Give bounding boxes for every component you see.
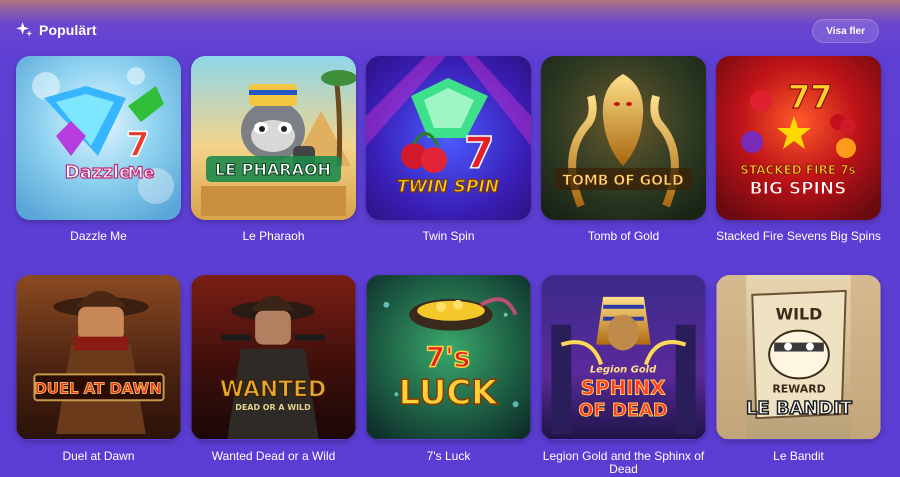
game-logo-line: REWARD xyxy=(772,382,825,395)
game-logo-line: DUEL AT DAWN xyxy=(34,379,161,397)
game-thumbnail[interactable]: WANTED DEAD OR A WILD xyxy=(191,275,356,440)
game-card-le-pharaoh[interactable]: LE PHARAOH Le Pharaoh xyxy=(191,56,356,275)
game-logo-line: WANTED xyxy=(220,377,326,402)
game-title[interactable]: Legion Gold and the Sphinx of Dead xyxy=(541,450,706,476)
game-thumbnail[interactable]: 7 Dazzle Me xyxy=(16,56,181,220)
game-title[interactable]: Stacked Fire Sevens Big Spins xyxy=(716,230,881,243)
game-logo-line: Dazzle xyxy=(65,162,131,183)
show-more-button[interactable]: Visa fler xyxy=(812,19,879,43)
section-title: Populärt xyxy=(39,21,97,38)
game-title[interactable]: Dazzle Me xyxy=(16,230,181,243)
game-logo-line: Legion Gold xyxy=(590,364,657,375)
sparkle-icon xyxy=(16,21,33,38)
game-logo-line: TOMB OF GOLD xyxy=(562,173,683,189)
game-card-tomb-of-gold[interactable]: TOMB OF GOLD Tomb of Gold xyxy=(541,56,706,275)
game-logo-line: LE PHARAOH xyxy=(215,160,331,179)
game-logo-line: STACKED FIRE 7s xyxy=(740,163,855,177)
game-title[interactable]: Duel at Dawn xyxy=(16,450,181,463)
game-thumbnail[interactable]: DUEL AT DAWN xyxy=(16,275,181,440)
game-card-7s-luck[interactable]: 7's LUCK 7's Luck xyxy=(366,275,531,477)
game-card-twin-spin[interactable]: 7 TWIN SPIN Twin Spin xyxy=(366,56,531,275)
game-thumbnail[interactable]: Legion Gold SPHINX OF DEAD xyxy=(541,275,706,440)
game-logo-line: LE BANDIT xyxy=(746,398,853,419)
game-logo-line: LUCK xyxy=(399,373,500,412)
game-logo-line: BIG SPINS xyxy=(750,179,847,199)
game-logo-line: SPHINX xyxy=(581,376,666,399)
game-logo-line: TWIN SPIN xyxy=(397,177,499,197)
game-logo-line: DEAD OR A WILD xyxy=(235,403,311,412)
game-logo-line: WILD xyxy=(776,305,823,324)
game-title[interactable]: 7's Luck xyxy=(366,450,531,463)
game-card-dazzle-me[interactable]: 7 Dazzle Me Dazzle Me xyxy=(16,56,181,275)
game-thumbnail[interactable]: 7's LUCK xyxy=(366,275,531,440)
section-header: Populärt Visa fler xyxy=(0,18,900,46)
game-title[interactable]: Twin Spin xyxy=(366,230,531,243)
game-thumbnail[interactable]: 77 STACKED FIRE 7s BIG SPINS xyxy=(716,56,881,220)
game-thumbnail[interactable]: 7 TWIN SPIN xyxy=(366,56,531,220)
game-logo-line: Me xyxy=(128,163,155,182)
game-card-wanted-dead-or-a-wild[interactable]: WANTED DEAD OR A WILD Wanted Dead or a W… xyxy=(191,275,356,477)
section-title-wrap: Populärt xyxy=(16,21,97,38)
game-card-duel-at-dawn[interactable]: DUEL AT DAWN Duel at Dawn xyxy=(16,275,181,477)
game-logo-line: 7's xyxy=(426,340,470,373)
game-thumbnail[interactable]: WILD REWARD LE BANDIT xyxy=(716,275,881,440)
game-title[interactable]: Tomb of Gold xyxy=(541,230,706,243)
game-title[interactable]: Wanted Dead or a Wild xyxy=(191,450,356,463)
game-card-stacked-fire-sevens-big-spins[interactable]: 77 STACKED FIRE 7s BIG SPINS Stacked Fir… xyxy=(716,56,881,275)
game-title[interactable]: Le Bandit xyxy=(716,450,881,463)
game-grid: 7 Dazzle Me Dazzle Me LE PHARAOH Le Phar… xyxy=(16,56,881,477)
game-thumbnail[interactable]: LE PHARAOH xyxy=(191,56,356,220)
game-card-le-bandit[interactable]: WILD REWARD LE BANDIT Le Bandit xyxy=(716,275,881,477)
game-card-legion-gold-sphinx-of-dead[interactable]: Legion Gold SPHINX OF DEAD Legion Gold a… xyxy=(541,275,706,477)
game-thumbnail[interactable]: TOMB OF GOLD xyxy=(541,56,706,220)
game-title[interactable]: Le Pharaoh xyxy=(191,230,356,243)
game-logo-line: OF DEAD xyxy=(578,400,667,421)
